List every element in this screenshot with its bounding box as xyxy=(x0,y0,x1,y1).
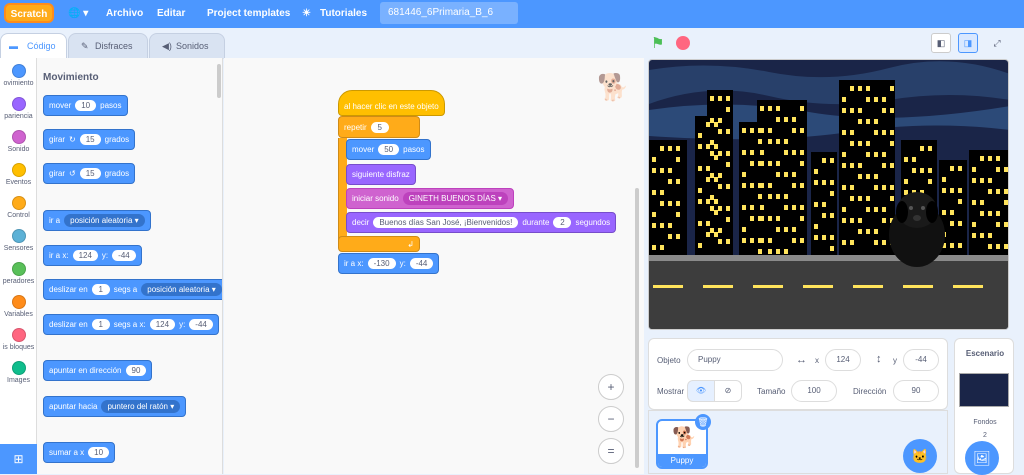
category-dot-icon xyxy=(11,64,26,78)
sprite-name-input[interactable]: Puppy xyxy=(687,349,783,371)
turn-left-icon: ↺ xyxy=(69,169,76,178)
category-dot-icon xyxy=(11,196,26,210)
sprite-info-panel: Objeto Puppy ↔ x 124 ↕ y -44 Mostrar 👁 ⊘… xyxy=(648,338,948,410)
fullscreen-icon[interactable]: ⤢ xyxy=(987,33,1007,53)
category-0[interactable]: ovimiento xyxy=(0,64,37,87)
block-glide-xy[interactable]: deslizar en 1 segs a x: 124 y: -44 xyxy=(43,314,219,335)
stage-canvas[interactable] xyxy=(648,59,1009,330)
category-7[interactable]: Variables xyxy=(0,295,37,318)
category-1[interactable]: pariencia xyxy=(0,97,37,120)
block-turn-left[interactable]: girar ↺ 15 grados xyxy=(43,163,136,184)
block-goto-xy[interactable]: ir a x: 124 y: -44 xyxy=(43,245,142,266)
category-menu: ovimiento pariencia Sonido Eventos Control Se… xyxy=(0,58,37,474)
category-dot-icon xyxy=(11,295,26,309)
category-5[interactable]: Sensores xyxy=(0,229,37,252)
category-3[interactable]: Eventos xyxy=(0,163,37,186)
stage-pane: Escenario Fondos 2 🖼 xyxy=(954,338,1014,475)
show-visible-button[interactable]: 👁 xyxy=(687,380,715,402)
loop-arrow-icon: ↲ xyxy=(407,239,414,249)
zoom-reset-button[interactable]: = xyxy=(598,438,624,464)
script-block-goto-xy[interactable]: ir a x: -130 y: -44 xyxy=(338,253,440,274)
sprite-y-input[interactable]: -44 xyxy=(903,349,939,371)
menu-templates[interactable]: Project templates xyxy=(207,0,290,28)
menu-edit[interactable]: Editar xyxy=(157,0,185,28)
large-stage-icon[interactable]: ◨ xyxy=(958,33,978,53)
block-glide[interactable]: deslizar en 1 segs a posición aleatoria ▾ xyxy=(43,279,222,300)
block-turn-right[interactable]: girar ↻ 15 grados xyxy=(43,129,136,150)
script-block-next-costume[interactable]: siguiente disfraz xyxy=(346,164,416,185)
puppy-thumbnail-icon: 🐕 xyxy=(672,427,697,449)
zoom-out-button[interactable]: − xyxy=(598,406,624,432)
lightbulb-icon[interactable]: ☀ xyxy=(302,0,311,28)
code-scrollbar[interactable] xyxy=(635,188,639,468)
block-goto[interactable]: ir a posición aleatoria ▾ xyxy=(43,210,151,231)
x-arrows-icon: ↔ xyxy=(796,354,807,366)
tab-costumes[interactable]: ✎ Disfraces xyxy=(68,33,148,59)
category-dot-icon xyxy=(11,130,26,144)
category-6[interactable]: peradores xyxy=(0,262,37,285)
block-repeat[interactable]: repetir 5 xyxy=(338,116,420,138)
block-point-direction[interactable]: apuntar en dirección 90 xyxy=(43,360,153,381)
palette-scrollbar[interactable] xyxy=(217,64,221,98)
script-block-start-sound[interactable]: iniciar sonido GINETH BUENOS DÍAS ▾ xyxy=(346,188,515,209)
tab-code[interactable]: ▬ Código xyxy=(0,33,67,59)
repeat-end: ↲ xyxy=(338,236,420,252)
sprite-thumbnail-icon: 🐕 xyxy=(597,72,630,102)
category-dot-icon xyxy=(11,262,26,276)
sprite-list: 🐕 Puppy 🗑 🐱 xyxy=(648,410,948,474)
category-dot-icon xyxy=(11,229,26,243)
stop-icon[interactable] xyxy=(676,36,690,50)
hat-block-when-clicked[interactable]: al hacer clic en este objeto xyxy=(338,90,445,116)
palette-heading: Movimiento xyxy=(43,72,99,83)
zoom-in-button[interactable]: + xyxy=(598,374,624,400)
script-block-move[interactable]: mover 50 pasos xyxy=(346,139,431,160)
menu-bar: Scratch 🌐 ▾ Archivo Editar Project templ… xyxy=(0,0,1024,28)
speaker-icon: ◀) xyxy=(162,41,172,51)
category-9[interactable]: Images xyxy=(0,361,37,384)
block-move[interactable]: mover 10 pasos xyxy=(43,95,128,116)
green-flag-icon[interactable]: ⚑ xyxy=(651,34,664,52)
category-dot-icon xyxy=(11,328,26,342)
sprite-x-input[interactable]: 124 xyxy=(825,349,861,371)
tab-sounds[interactable]: ◀) Sonidos xyxy=(149,33,225,59)
stage-thumbnail[interactable] xyxy=(959,373,1009,407)
category-dot-icon xyxy=(11,361,26,375)
brush-icon: ✎ xyxy=(81,41,89,51)
script-block-say-for[interactable]: decir Buenos días San José, ¡Bienvenidos!… xyxy=(346,212,617,233)
city-backdrop xyxy=(649,60,1008,329)
scratch-logo[interactable]: Scratch xyxy=(4,3,54,23)
y-arrows-icon: ↕ xyxy=(876,353,882,365)
hide-button[interactable]: ⊘ xyxy=(714,380,742,402)
category-dot-icon xyxy=(11,163,26,177)
turn-right-icon: ↻ xyxy=(69,135,76,144)
sprite-direction-input[interactable]: 90 xyxy=(893,380,939,402)
add-extension-button[interactable]: ⊞ xyxy=(0,444,37,474)
category-8[interactable]: is bloques xyxy=(0,328,37,351)
category-4[interactable]: Control xyxy=(0,196,37,219)
block-palette: Movimiento mover 10 pasos girar ↻ 15 grados g… xyxy=(37,58,223,474)
project-title-input[interactable]: 681446_6Primaria_B_6 xyxy=(380,2,518,24)
sprite-size-input[interactable]: 100 xyxy=(791,380,837,402)
menu-file[interactable]: Archivo xyxy=(106,0,143,28)
add-sprite-button[interactable]: 🐱 xyxy=(903,439,937,473)
code-area[interactable]: 🐕 al hacer clic en este objeto repetir 5 … xyxy=(224,58,644,474)
stage-header: ⚑ ◧ ◨ ⤢ xyxy=(645,28,1024,58)
menu-tutorials[interactable]: Tutoriales xyxy=(320,0,367,28)
category-dot-icon xyxy=(11,97,26,111)
category-2[interactable]: Sonido xyxy=(0,130,37,153)
block-point-towards[interactable]: apuntar hacia puntero del ratón ▾ xyxy=(43,396,187,417)
add-backdrop-button[interactable]: 🖼 xyxy=(965,441,999,475)
block-change-x[interactable]: sumar a x 10 xyxy=(43,442,116,463)
small-stage-icon[interactable]: ◧ xyxy=(931,33,951,53)
code-icon: ▬ xyxy=(9,41,18,51)
globe-icon[interactable]: 🌐 ▾ xyxy=(68,0,88,28)
delete-sprite-icon[interactable]: 🗑 xyxy=(695,414,711,430)
